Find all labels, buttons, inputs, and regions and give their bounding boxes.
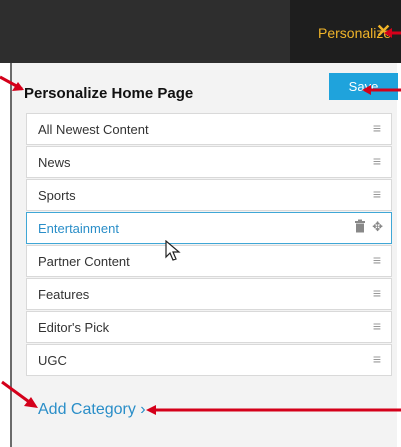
- annotation-arrow-title: [0, 75, 24, 91]
- drag-handle-icon[interactable]: ≡: [373, 252, 381, 268]
- list-item-active[interactable]: Entertainment ✥: [26, 212, 392, 244]
- list-item[interactable]: Editor's Pick ≡: [26, 311, 392, 343]
- drag-handle-icon[interactable]: ≡: [373, 153, 381, 169]
- drag-handle-icon[interactable]: ≡: [373, 285, 381, 301]
- category-label: Entertainment: [38, 221, 119, 236]
- list-item[interactable]: Sports ≡: [26, 179, 392, 211]
- list-item[interactable]: Partner Content ≡: [26, 245, 392, 277]
- drag-handle-icon[interactable]: ≡: [373, 186, 381, 202]
- annotation-arrow-add-category-right: [146, 405, 401, 415]
- add-category-link[interactable]: Add Category ›: [38, 401, 146, 419]
- drag-handle-icon[interactable]: ≡: [373, 351, 381, 367]
- category-label: All Newest Content: [38, 122, 149, 137]
- list-item[interactable]: UGC ≡: [26, 344, 392, 376]
- panel-title: Personalize Home Page: [24, 85, 194, 102]
- mouse-cursor-icon: [165, 240, 181, 261]
- category-label: Editor's Pick: [38, 320, 110, 335]
- drag-handle-icon[interactable]: ≡: [373, 120, 381, 136]
- list-item[interactable]: News ≡: [26, 146, 392, 178]
- annotation-arrow-personalize: [384, 28, 401, 38]
- annotation-arrow-add-category: [1, 380, 38, 408]
- list-item[interactable]: All Newest Content ≡: [26, 113, 392, 145]
- add-category-label: Add Category: [38, 401, 136, 418]
- list-item[interactable]: Features ≡: [26, 278, 392, 310]
- chevron-right-icon: ›: [140, 401, 146, 418]
- trash-icon[interactable]: [354, 219, 366, 236]
- category-label: News: [38, 155, 71, 170]
- drag-handle-icon[interactable]: ≡: [373, 318, 381, 334]
- category-label: Partner Content: [38, 254, 130, 269]
- category-label: Sports: [38, 188, 76, 203]
- category-list: All Newest Content ≡ News ≡ Sports ≡ Ent…: [26, 113, 392, 377]
- category-label: Features: [38, 287, 90, 302]
- move-icon[interactable]: ✥: [372, 219, 383, 236]
- row-actions: ✥: [354, 219, 383, 236]
- category-label: UGC: [38, 353, 67, 368]
- annotation-arrow-save: [362, 85, 401, 95]
